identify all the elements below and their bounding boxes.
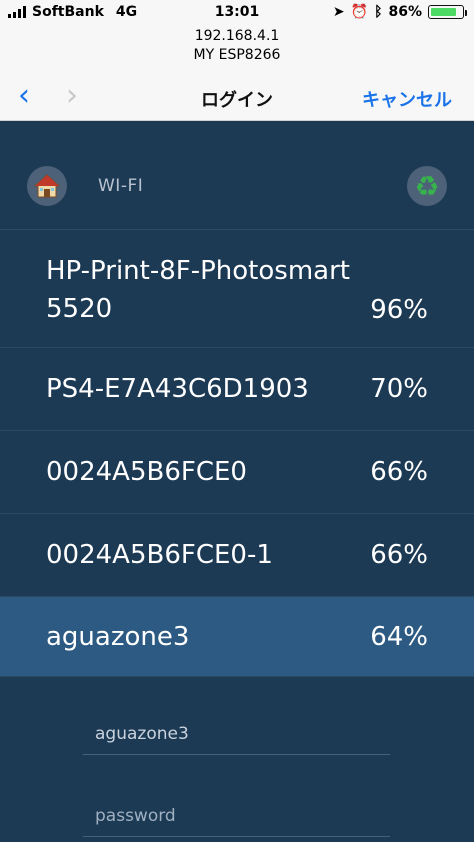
battery-icon	[428, 5, 467, 19]
bluetooth-icon: ᛒ	[374, 4, 383, 20]
alarm-clock-icon: ⏰	[350, 4, 369, 20]
battery-percent: 86%	[388, 4, 422, 20]
network-ssid: 0024A5B6FCE0	[46, 457, 247, 487]
home-button[interactable]	[27, 166, 67, 206]
wifi-manager: WI-FI ♻ HP-Print-8F-Photosmart 5520 96% …	[0, 121, 474, 842]
network-ssid: HP-Print-8F-Photosmart 5520	[46, 252, 350, 328]
status-bar: SoftBank 4G 13:01 ➤ ⏰ ᛒ 86%	[0, 0, 474, 24]
url-bar: 192.168.4.1 MY ESP8266	[0, 24, 474, 74]
network-signal: 64%	[370, 622, 428, 652]
network-signal: 96%	[370, 295, 428, 325]
ssid-input[interactable]	[83, 724, 390, 754]
cancel-button[interactable]: キャンセル	[362, 86, 452, 112]
location-arrow-icon: ➤	[332, 4, 345, 20]
password-input[interactable]	[83, 806, 390, 836]
status-right: ➤ ⏰ ᛒ 86%	[332, 4, 467, 20]
wifi-header: WI-FI ♻	[0, 121, 474, 230]
network-ssid-line2: 5520	[46, 294, 113, 324]
network-signal: 66%	[370, 457, 428, 487]
network-signal: 70%	[370, 374, 428, 404]
network-row[interactable]: HP-Print-8F-Photosmart 5520 96%	[0, 230, 474, 348]
password-field	[83, 806, 390, 837]
network-ssid: 0024A5B6FCE0-1	[46, 540, 273, 570]
nav-bar: ‹ › ログイン キャンセル	[0, 74, 474, 121]
url-host: 192.168.4.1	[194, 28, 280, 44]
network-ssid-line1: HP-Print-8F-Photosmart	[46, 256, 350, 286]
network-row[interactable]: 0024A5B6FCE0 66%	[0, 431, 474, 514]
network-signal: 66%	[370, 540, 428, 570]
wifi-label: WI-FI	[98, 176, 144, 196]
refresh-button[interactable]: ♻	[407, 166, 447, 206]
network-row-selected[interactable]: aguazone3 64%	[0, 597, 474, 677]
house-icon	[33, 174, 61, 198]
recycle-icon: ♻	[414, 169, 440, 203]
ssid-field	[83, 724, 390, 755]
battery-fill	[431, 8, 456, 16]
network-row[interactable]: 0024A5B6FCE0-1 66%	[0, 514, 474, 597]
network-ssid: aguazone3	[46, 622, 190, 652]
network-ssid: PS4-E7A43C6D1903	[46, 374, 309, 404]
network-row[interactable]: PS4-E7A43C6D1903 70%	[0, 348, 474, 431]
url-page-title: MY ESP8266	[193, 47, 281, 63]
